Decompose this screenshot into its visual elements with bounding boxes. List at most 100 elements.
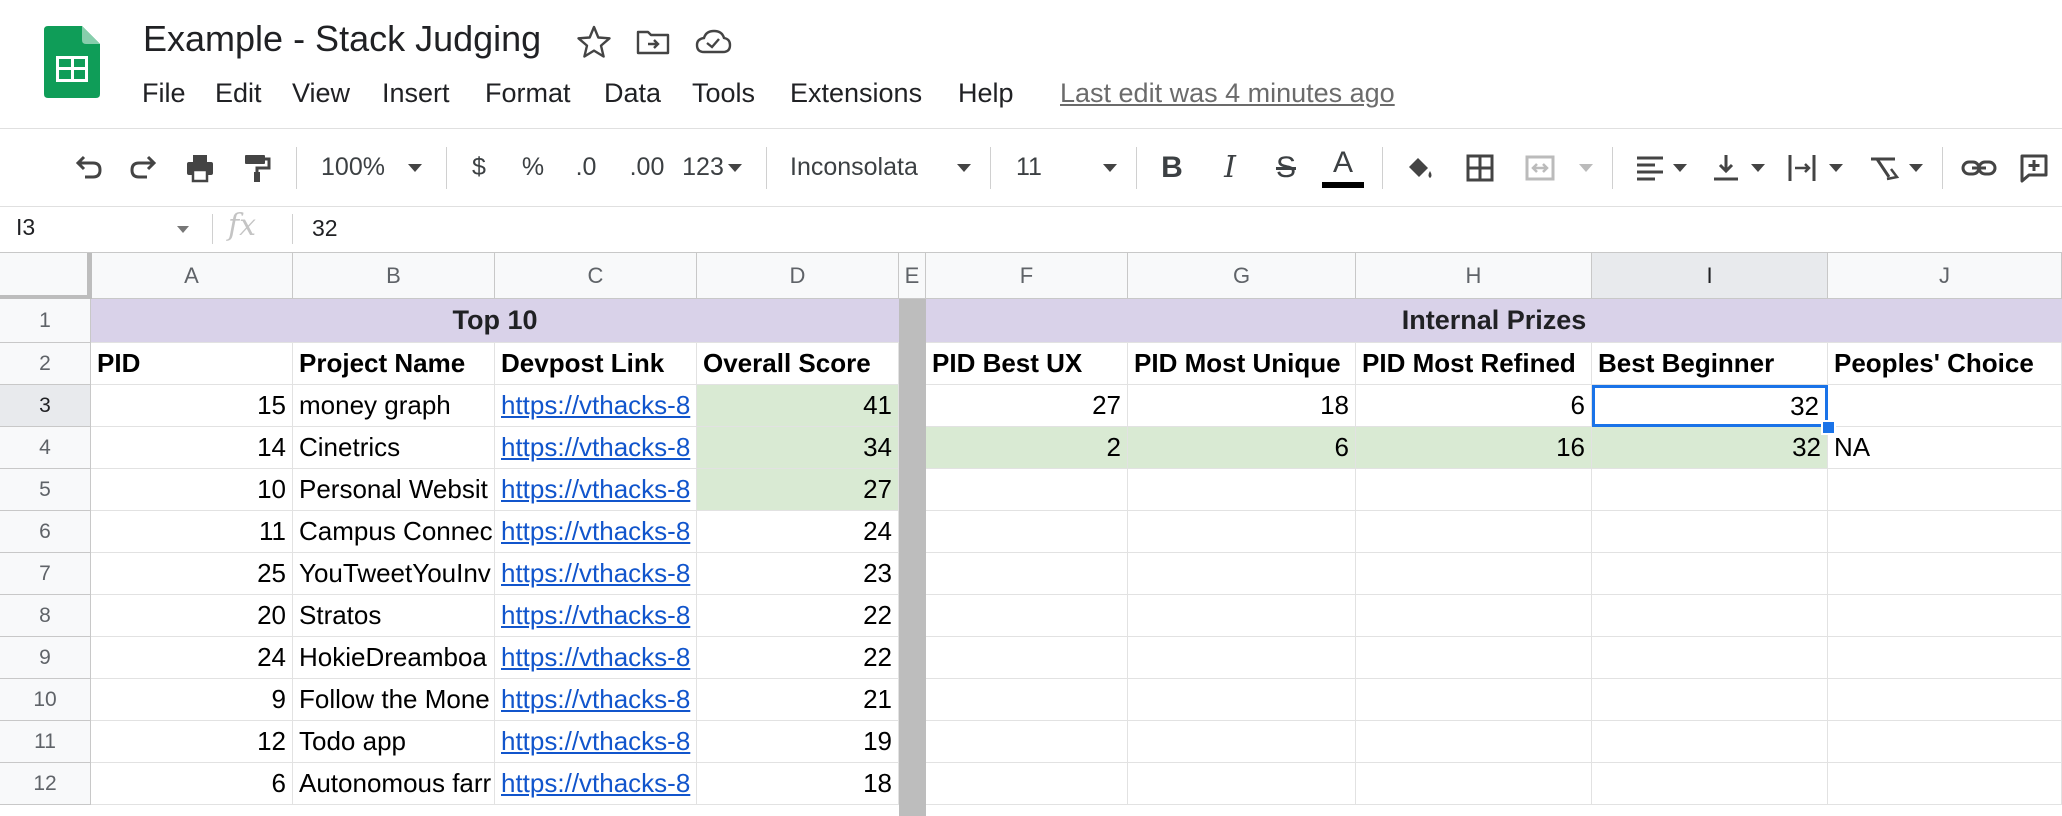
select-all-corner[interactable] [0, 253, 91, 299]
zoom-select[interactable]: 100% [318, 129, 388, 206]
cell-overall-score[interactable]: 34 [697, 427, 899, 469]
cell-pid[interactable]: 6 [91, 763, 293, 805]
cell-devpost-link[interactable]: https://vthacks-8 [495, 469, 697, 511]
column-header-e[interactable]: E [899, 253, 926, 299]
empty-cell[interactable] [1128, 553, 1356, 595]
cell-devpost-link[interactable]: https://vthacks-8 [495, 721, 697, 763]
empty-cell[interactable] [1828, 469, 2062, 511]
cell-pid[interactable]: 25 [91, 553, 293, 595]
row-header-12[interactable]: 12 [0, 763, 91, 805]
star-icon[interactable] [574, 22, 614, 62]
empty-cell[interactable] [1592, 469, 1828, 511]
menu-help[interactable]: Help [958, 78, 1014, 109]
chevron-down-icon[interactable] [1904, 129, 1928, 206]
menu-edit[interactable]: Edit [215, 78, 262, 109]
empty-cell[interactable] [1128, 511, 1356, 553]
row-header-3[interactable]: 3 [0, 385, 91, 427]
empty-cell[interactable] [1128, 679, 1356, 721]
empty-cell[interactable] [1592, 595, 1828, 637]
cell-project-name[interactable]: Campus Connec [293, 511, 495, 553]
empty-cell[interactable] [1828, 679, 2062, 721]
empty-cell[interactable] [926, 511, 1128, 553]
row-header-2[interactable]: 2 [0, 343, 91, 385]
cell-project-name[interactable]: Todo app [293, 721, 495, 763]
row-header-5[interactable]: 5 [0, 469, 91, 511]
column-header-a[interactable]: A [91, 253, 293, 299]
cell-pid[interactable]: 24 [91, 637, 293, 679]
internal-prizes-title[interactable]: Internal Prizes [926, 299, 2062, 343]
cell-overall-score[interactable]: 18 [697, 763, 899, 805]
redo-icon[interactable] [122, 129, 166, 206]
cell-overall-score[interactable]: 24 [697, 511, 899, 553]
text-wrapping-icon[interactable] [1780, 129, 1824, 206]
italic-button[interactable]: I [1210, 129, 1250, 206]
empty-cell[interactable] [1592, 679, 1828, 721]
document-title[interactable]: Example - Stack Judging [143, 18, 541, 60]
cell-pid[interactable]: 11 [91, 511, 293, 553]
empty-cell[interactable] [1356, 595, 1592, 637]
cell-pid[interactable]: 9 [91, 679, 293, 721]
chevron-down-icon[interactable] [724, 129, 746, 206]
empty-cell[interactable] [1592, 721, 1828, 763]
cell-pid[interactable]: 14 [91, 427, 293, 469]
cell-devpost-link[interactable]: https://vthacks-8 [495, 553, 697, 595]
cell-overall-score[interactable]: 22 [697, 595, 899, 637]
cell-project-name[interactable]: money graph [293, 385, 495, 427]
cell-overall-score[interactable]: 22 [697, 637, 899, 679]
fill-color-icon[interactable] [1398, 129, 1442, 206]
row-header-9[interactable]: 9 [0, 637, 91, 679]
empty-cell[interactable] [926, 637, 1128, 679]
empty-cell[interactable] [1128, 595, 1356, 637]
last-edit-link[interactable]: Last edit was 4 minutes ago [1060, 78, 1395, 109]
formula-input[interactable]: 32 [312, 215, 338, 242]
more-formats-button[interactable]: 123 [680, 129, 726, 206]
cell-pid[interactable]: 10 [91, 469, 293, 511]
empty-cell[interactable] [1828, 553, 2062, 595]
header-best-beginner[interactable]: Best Beginner [1592, 343, 1828, 385]
column-header-c[interactable]: C [495, 253, 697, 299]
cell-pid[interactable]: 12 [91, 721, 293, 763]
chevron-down-icon[interactable] [1746, 129, 1770, 206]
cell-project-name[interactable]: Autonomous farr [293, 763, 495, 805]
cell-best-beginner-selected[interactable]: 32 [1592, 385, 1828, 427]
chevron-down-icon[interactable] [400, 129, 430, 206]
empty-cell[interactable] [1356, 721, 1592, 763]
column-header-g[interactable]: G [1128, 253, 1356, 299]
cell-project-name[interactable]: Follow the Mone [293, 679, 495, 721]
percent-format-button[interactable]: % [516, 129, 550, 206]
column-header-f[interactable]: F [926, 253, 1128, 299]
menu-view[interactable]: View [292, 78, 350, 109]
cell-pid[interactable]: 15 [91, 385, 293, 427]
insert-link-icon[interactable] [1956, 129, 2002, 206]
cell-pid-best-ux[interactable]: 27 [926, 385, 1128, 427]
header-pid-most-refined[interactable]: PID Most Refined [1356, 343, 1592, 385]
cell-devpost-link[interactable]: https://vthacks-8 [495, 427, 697, 469]
empty-cell[interactable] [1828, 763, 2062, 805]
move-to-folder-icon[interactable] [633, 22, 673, 62]
column-header-i[interactable]: I [1592, 253, 1828, 299]
header-devpost-link[interactable]: Devpost Link [495, 343, 697, 385]
undo-icon[interactable] [66, 129, 110, 206]
header-pid[interactable]: PID [91, 343, 293, 385]
empty-cell[interactable] [1828, 595, 2062, 637]
empty-cell[interactable] [1592, 637, 1828, 679]
chevron-down-icon[interactable] [952, 129, 976, 206]
cell-devpost-link[interactable]: https://vthacks-8 [495, 385, 697, 427]
currency-format-button[interactable]: $ [462, 129, 496, 206]
header-overall-score[interactable]: Overall Score [697, 343, 899, 385]
empty-cell[interactable] [1828, 721, 2062, 763]
cell-project-name[interactable]: Personal Websit [293, 469, 495, 511]
header-peoples-choice[interactable]: Peoples' Choice [1828, 343, 2062, 385]
row-header-1[interactable]: 1 [0, 299, 91, 343]
empty-cell[interactable] [1592, 763, 1828, 805]
column-header-h[interactable]: H [1356, 253, 1592, 299]
empty-cell[interactable] [926, 553, 1128, 595]
cell-devpost-link[interactable]: https://vthacks-8 [495, 637, 697, 679]
menu-data[interactable]: Data [604, 78, 661, 109]
cell-devpost-link[interactable]: https://vthacks-8 [495, 763, 697, 805]
font-size-select[interactable]: 11 [1016, 129, 1056, 206]
row-header-8[interactable]: 8 [0, 595, 91, 637]
cell-project-name[interactable]: Stratos [293, 595, 495, 637]
cell-overall-score[interactable]: 23 [697, 553, 899, 595]
cell-devpost-link[interactable]: https://vthacks-8 [495, 511, 697, 553]
